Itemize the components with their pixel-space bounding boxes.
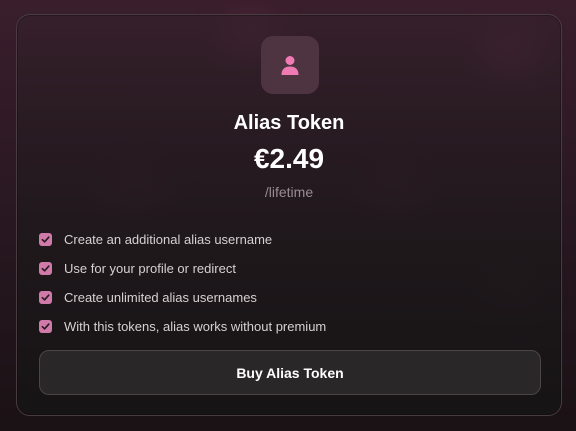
alias-token-card: Alias Token €2.49 /lifetime Create an ad…: [16, 14, 562, 416]
feature-text: Use for your profile or redirect: [64, 261, 236, 276]
price-period: /lifetime: [264, 184, 314, 200]
user-icon: [281, 56, 299, 75]
feature-item: Create an additional alias username: [39, 225, 326, 254]
feature-text: Create an additional alias username: [64, 232, 273, 247]
product-icon-tile: [261, 36, 319, 94]
feature-text: With this tokens, alias works without pr…: [64, 319, 327, 334]
checkmark-icon: [39, 233, 52, 246]
feature-item: Use for your profile or redirect: [39, 254, 326, 283]
feature-item: With this tokens, alias works without pr…: [39, 312, 326, 341]
buy-alias-token-button[interactable]: Buy Alias Token: [39, 350, 541, 395]
product-title: Alias Token: [233, 112, 345, 134]
checkmark-icon: [39, 262, 52, 275]
checkmark-icon: [39, 320, 52, 333]
checkmark-icon: [39, 291, 52, 304]
feature-text: Create unlimited alias usernames: [64, 290, 257, 305]
product-price: €2.49: [253, 143, 325, 174]
feature-item: Create unlimited alias usernames: [39, 283, 326, 312]
feature-list: Create an additional alias username Use …: [39, 225, 326, 341]
